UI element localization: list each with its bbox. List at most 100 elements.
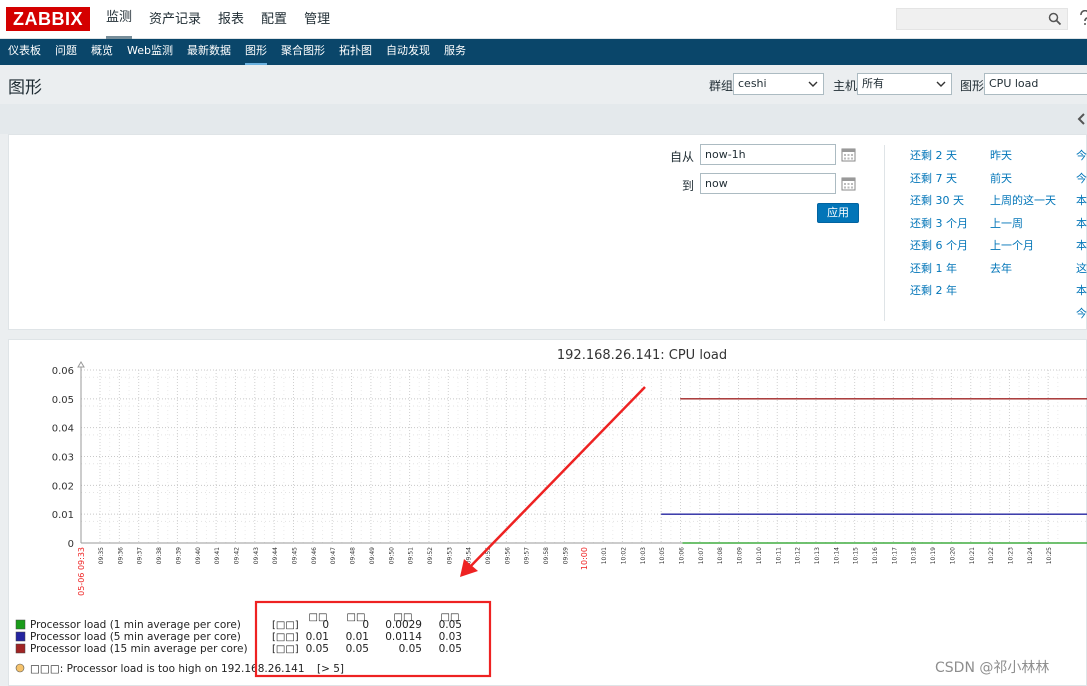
sub-nav-item[interactable]: 图形 [244,39,267,65]
quick-range-link[interactable]: 今 [1076,305,1087,321]
sub-nav-item[interactable]: 最新数据 [187,39,231,65]
quick-range-link[interactable]: 今 [1076,170,1087,186]
x-tick-label: 09:56 [504,547,511,564]
legend-tag: [□□] [272,632,299,643]
x-tick-label: 09:59 [562,547,569,564]
help-icon[interactable] [1078,10,1087,26]
quick-range-link[interactable]: 今 [1076,147,1087,163]
quick-range-link[interactable]: 还剩 2 天 [910,147,957,163]
quick-range-link[interactable]: 还剩 3 个月 [910,215,968,231]
x-tick-label: 09:35 [98,547,105,564]
x-tick-label: 09:52 [427,547,434,564]
x-tick-label: 10:10 [756,547,763,564]
chevron-left-icon[interactable] [1076,112,1087,126]
group-select[interactable]: ceshi [733,73,824,95]
to-input[interactable]: now [700,173,836,194]
y-tick-label: 0.03 [52,453,74,464]
search-icon[interactable] [1048,12,1062,26]
quick-range-link[interactable]: 还剩 1 年 [910,260,957,276]
legend-value: 0.03 [439,631,462,643]
quick-range-link[interactable]: 还剩 6 个月 [910,237,968,253]
quick-range-link[interactable]: 还剩 30 天 [910,192,964,208]
legend-value: 0.05 [306,643,329,655]
quick-range-link[interactable]: 本 [1076,237,1087,253]
legend-value: 0.05 [346,643,369,655]
quick-range-link[interactable]: 这 [1076,260,1087,276]
quick-range-link[interactable]: 昨天 [990,147,1012,163]
quick-range-link[interactable]: 前天 [990,170,1012,186]
apply-button[interactable]: 应用 [817,203,859,223]
quick-range-link[interactable]: 上一周 [990,215,1023,231]
main-nav-item[interactable]: 报表 [218,0,244,39]
quick-range-link[interactable]: 上周的这一天 [990,192,1056,208]
quick-range-link[interactable]: 还剩 2 年 [910,282,957,298]
quick-range-link[interactable]: 上一个月 [990,237,1034,253]
main-nav-item[interactable]: 监测 [106,0,133,39]
x-tick-label: 09:45 [292,547,299,564]
legend-tag: [□□] [272,620,299,631]
main-nav-item[interactable]: 管理 [304,0,330,39]
main-nav: 监测 资产记录 报表 配置 管理 [106,0,347,39]
x-tick-label: 10:02 [620,547,627,564]
x-tick-label: 10:12 [795,547,802,564]
x-tick-label: 10:20 [949,547,956,564]
legend-value: 0.05 [439,643,462,655]
search-input[interactable] [896,8,1068,30]
sub-nav-item[interactable]: 聚合图形 [281,39,325,65]
x-tick-label: 10:19 [930,547,937,564]
quick-range-link[interactable]: 本 [1076,282,1087,298]
from-input[interactable]: now-1h [700,144,836,165]
x-tick-label: 09:38 [156,547,163,564]
cpu-load-graph: 192.168.26.141: CPU load 0.06 0.05 0.04 0.03… [15,348,1087,678]
x-tick-label: 10:03 [640,547,647,564]
x-tick-label: 09:51 [408,547,415,564]
page-header: 图形 群组 ceshi 主机 所有 图形 CPU load [0,65,1087,104]
x-tick-label: 10:18 [911,547,918,564]
x-tick-label: 10:13 [814,547,821,564]
sub-nav-item[interactable]: 自动发现 [386,39,430,65]
sub-nav-item[interactable]: 仪表板 [8,39,41,65]
quick-range-link[interactable]: 本 [1076,215,1087,231]
x-tick-label: 09:39 [175,547,182,564]
sub-nav-item[interactable]: 拓扑图 [339,39,372,65]
x-tick-label: 10:17 [891,547,898,564]
x-tick-label: 10:07 [698,547,705,564]
x-start-label: 05-06 09:33 [77,547,86,596]
sub-nav-item[interactable]: 服务 [444,39,466,65]
zabbix-logo[interactable]: ZABBIX [6,7,90,31]
y-tick-label: 0.02 [52,481,74,492]
chevron-down-icon [808,81,818,87]
trigger-text: □□□: Processor load is too high on 192.1… [30,663,305,675]
calendar-icon[interactable] [841,147,856,162]
quick-range-link[interactable]: 去年 [990,260,1012,276]
page-title: 图形 [8,78,42,98]
x-tick-label: 09:37 [137,547,144,564]
time-filter-panel [8,134,1087,330]
x-tick-label: 09:36 [117,547,124,564]
sub-nav-item[interactable]: 问题 [55,39,77,65]
x-tick-label: 09:49 [369,547,376,564]
graph-select[interactable]: CPU load [984,73,1087,95]
y-tick-label: 0.05 [52,395,74,406]
x-tick-label: 09:47 [330,547,337,564]
legend-series-name: Processor load (15 min average per core) [30,643,248,655]
host-label: 主机 [833,79,858,93]
x-tick-label: 09:48 [350,547,357,564]
quick-range-link[interactable]: 还剩 7 天 [910,170,957,186]
main-nav-item[interactable]: 配置 [261,0,287,39]
main-nav-item[interactable]: 资产记录 [149,0,201,39]
watermark: CSDN @祁小林林 [935,660,1050,676]
x-tick-label: 09:43 [253,547,260,564]
from-label: 自从 [670,150,695,164]
legend-value: 0.0114 [385,631,422,643]
x-tick-label: 10:08 [717,547,724,564]
sub-nav-item[interactable]: 概览 [91,39,113,65]
legend-swatch [15,631,26,642]
host-select[interactable]: 所有 [857,73,952,95]
calendar-icon[interactable] [841,176,856,191]
x-tick-label: 10:00 [580,547,589,570]
quick-range-link[interactable]: 本 [1076,192,1087,208]
sub-nav-item[interactable]: Web监测 [127,39,173,65]
filter-divider [884,145,885,321]
y-tick-label: 0.06 [52,366,74,377]
